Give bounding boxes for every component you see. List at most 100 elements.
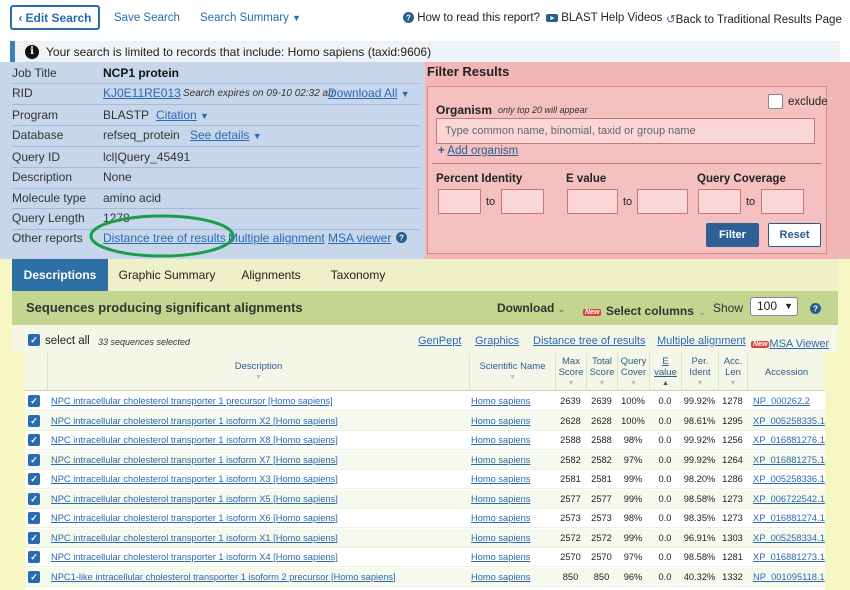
accession-link[interactable]: XP_016881275.1 bbox=[753, 451, 825, 470]
tab-graphic-summary[interactable]: Graphic Summary bbox=[112, 259, 222, 291]
search-summary-menu[interactable]: Search Summary ▼ bbox=[200, 12, 301, 24]
header-label: Query Cover bbox=[620, 355, 647, 378]
percent-identity: 99.92% bbox=[683, 396, 716, 406]
accession-link[interactable]: XP_005258334.1 bbox=[753, 529, 825, 548]
tab-taxonomy[interactable]: Taxonomy bbox=[322, 259, 394, 291]
back-traditional-link[interactable]: ↺Back to Traditional Results Page bbox=[666, 12, 842, 26]
description-link[interactable]: NPC intracellular cholesterol transporte… bbox=[51, 490, 467, 509]
query-coverage-min-input[interactable] bbox=[698, 189, 741, 214]
e-value-min-input[interactable] bbox=[567, 189, 618, 214]
tab-alignments[interactable]: Alignments bbox=[232, 259, 310, 291]
accession-link[interactable]: XP_005258336.1 bbox=[753, 470, 825, 489]
chevron-down-icon: ▼ bbox=[200, 111, 209, 121]
description-link[interactable]: NPC1-like intracellular cholesterol tran… bbox=[51, 568, 467, 587]
msa-viewer-link[interactable]: New MSA Viewer bbox=[751, 334, 829, 352]
row-checkbox[interactable]: ✓ bbox=[28, 473, 40, 485]
msa-viewer-link[interactable]: MSA viewer bbox=[328, 231, 391, 245]
scientific-name-link[interactable]: Homo sapiens bbox=[471, 392, 553, 411]
e-value-max-input[interactable] bbox=[637, 189, 688, 214]
percent-identity-min-input[interactable] bbox=[438, 189, 481, 214]
select-columns-menu[interactable]: New Select columns ⌄ bbox=[583, 302, 706, 320]
scientific-name-link[interactable]: Homo sapiens bbox=[471, 548, 553, 567]
description-link[interactable]: NPC intracellular cholesterol transporte… bbox=[51, 431, 467, 450]
download-menu[interactable]: Download ⌄ bbox=[497, 301, 565, 315]
edit-search-button[interactable]: ‹ Edit Search bbox=[10, 5, 100, 30]
genpept-link[interactable]: GenPept bbox=[418, 335, 461, 347]
header-query-cover[interactable]: Query Cover ▼ bbox=[617, 353, 649, 391]
header-max-score[interactable]: Max Score ▼ bbox=[555, 353, 586, 391]
accession-link[interactable]: XP_006722542.1 bbox=[753, 490, 825, 509]
blast-videos-link[interactable]: BLAST Help Videos bbox=[546, 12, 662, 24]
scientific-name-link[interactable]: Homo sapiens bbox=[471, 509, 553, 528]
row-checkbox[interactable]: ✓ bbox=[28, 395, 40, 407]
header-per-ident[interactable]: Per. Ident ▼ bbox=[681, 353, 718, 391]
rid-link[interactable]: KJ0E11RE013 bbox=[103, 86, 181, 100]
help-icon[interactable]: ? bbox=[810, 301, 821, 319]
see-details-menu[interactable]: See details ▼ bbox=[190, 128, 262, 142]
row-checkbox[interactable]: ✓ bbox=[28, 570, 40, 583]
query-coverage-label: Query Coverage bbox=[697, 173, 786, 185]
accession-link[interactable]: XP_005258335.1 bbox=[753, 412, 825, 431]
how-to-read-link[interactable]: ? How to read this report? bbox=[403, 12, 540, 24]
header-accession[interactable]: Accession bbox=[747, 353, 825, 391]
exclude-checkbox[interactable] bbox=[768, 94, 783, 109]
reset-button[interactable]: Reset bbox=[768, 223, 821, 247]
scientific-name-link[interactable]: Homo sapiens bbox=[471, 412, 553, 431]
row-checkbox[interactable]: ✓ bbox=[28, 531, 40, 544]
header-scientific-name[interactable]: Scientific Name ▼ bbox=[469, 353, 555, 391]
query-coverage-max-input[interactable] bbox=[761, 189, 804, 214]
header-acc-len[interactable]: Acc. Len ▼ bbox=[718, 353, 747, 391]
multiple-alignment-link[interactable]: Multiple alignment bbox=[228, 231, 325, 245]
new-badge: New bbox=[751, 341, 770, 348]
description-link[interactable]: NPC intracellular cholesterol transporte… bbox=[51, 529, 467, 548]
header-total-score[interactable]: Total Score ▼ bbox=[586, 353, 617, 391]
total-score: 850 bbox=[593, 571, 610, 582]
select-all-checkbox[interactable]: ✓ bbox=[28, 334, 40, 346]
query-cover: 99% bbox=[623, 532, 643, 543]
header-e-value[interactable]: E value ▲ bbox=[649, 353, 681, 391]
tab-descriptions[interactable]: Descriptions bbox=[12, 259, 108, 291]
description-link[interactable]: NPC intracellular cholesterol transporte… bbox=[51, 392, 467, 411]
multiple-alignment-link[interactable]: Multiple alignment bbox=[657, 335, 746, 347]
distance-tree-link[interactable]: Distance tree of results bbox=[533, 335, 646, 347]
description-link[interactable]: NPC intracellular cholesterol transporte… bbox=[51, 470, 467, 489]
percent-identity-max-input[interactable] bbox=[501, 189, 544, 214]
row-checkbox[interactable]: ✓ bbox=[28, 434, 40, 446]
accession-link[interactable]: XP_016881274.1 bbox=[753, 509, 825, 528]
e-value: 0.0 bbox=[658, 532, 672, 543]
scientific-name-link[interactable]: Homo sapiens bbox=[471, 490, 553, 509]
max-score: 2573 bbox=[560, 513, 581, 523]
description-link[interactable]: NPC intracellular cholesterol transporte… bbox=[51, 548, 467, 567]
save-search-link[interactable]: Save Search bbox=[114, 12, 180, 24]
scientific-name-link[interactable]: Homo sapiens bbox=[471, 568, 553, 587]
scientific-name-link[interactable]: Homo sapiens bbox=[471, 470, 553, 489]
row-checkbox[interactable]: ✓ bbox=[28, 551, 40, 563]
add-organism-link[interactable]: + Add organism bbox=[438, 145, 518, 157]
row-checkbox[interactable]: ✓ bbox=[28, 492, 40, 505]
description-link[interactable]: NPC intracellular cholesterol transporte… bbox=[51, 451, 467, 470]
accession-link[interactable]: NP_000262.2 bbox=[753, 392, 825, 411]
row-checkbox[interactable]: ✓ bbox=[28, 453, 40, 466]
query-cover: 100% bbox=[621, 396, 645, 406]
table-header: Description ▼ Scientific Name ▼ Max Score ▼… bbox=[25, 353, 825, 391]
download-all-menu[interactable]: Download All ▼ bbox=[328, 86, 410, 100]
description-link[interactable]: NPC intracellular cholesterol transporte… bbox=[51, 412, 467, 431]
accession-link[interactable]: XP_016881276.1 bbox=[753, 431, 825, 450]
show-count-select[interactable]: 100 ▼ bbox=[750, 297, 798, 316]
scientific-name-link[interactable]: Homo sapiens bbox=[471, 431, 553, 450]
scientific-name-link[interactable]: Homo sapiens bbox=[471, 529, 553, 548]
filter-button[interactable]: Filter bbox=[706, 223, 759, 247]
description-link[interactable]: NPC intracellular cholesterol transporte… bbox=[51, 509, 467, 528]
citation-menu[interactable]: Citation ▼ bbox=[156, 108, 209, 122]
add-organism-label: Add organism bbox=[447, 145, 519, 157]
graphics-link[interactable]: Graphics bbox=[475, 335, 519, 347]
accession-link[interactable]: NP_001095118.1 bbox=[753, 568, 825, 587]
row-checkbox[interactable]: ✓ bbox=[28, 512, 40, 524]
filter-form: Organism only top 20 will appear exclude… bbox=[427, 86, 828, 254]
help-icon[interactable]: ? bbox=[396, 232, 407, 246]
row-checkbox[interactable]: ✓ bbox=[28, 414, 40, 427]
header-description[interactable]: Description ▼ bbox=[47, 353, 469, 391]
organism-input[interactable]: Type common name, binomial, taxid or gro… bbox=[436, 118, 815, 144]
scientific-name-link[interactable]: Homo sapiens bbox=[471, 451, 553, 470]
accession-link[interactable]: XP_016881273.1 bbox=[753, 548, 825, 567]
